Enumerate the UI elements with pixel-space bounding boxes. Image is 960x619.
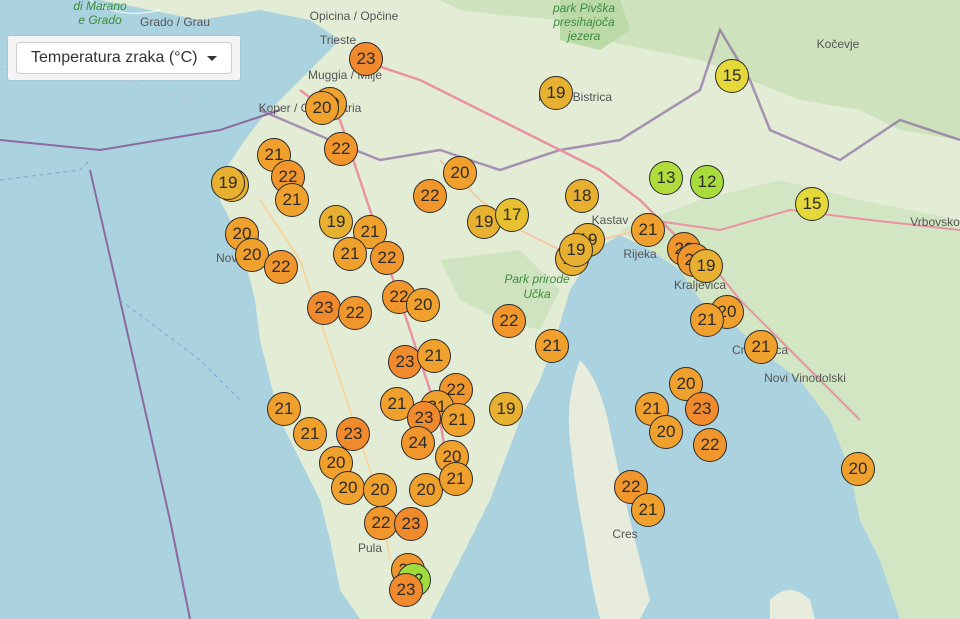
station-marker[interactable]: 20 [331,471,365,505]
place-label: Grado / Grau [139,15,211,29]
place-label: Pula [357,541,383,555]
variable-dropdown[interactable]: Temperatura zraka (°C) [16,42,233,74]
station-marker[interactable]: 19 [489,392,523,426]
place-label: presihajoča [553,15,615,29]
place-label: jezera [567,29,601,43]
station-marker[interactable]: 24 [401,426,435,460]
station-marker[interactable]: 21 [631,213,665,247]
station-marker[interactable]: 22 [324,132,358,166]
station-marker[interactable]: 12 [690,165,724,199]
station-marker[interactable]: 21 [441,403,475,437]
station-marker[interactable]: 22 [413,179,447,213]
place-label: Učka [523,287,551,301]
station-marker[interactable]: 18 [565,179,599,213]
layer-control: Temperatura zraka (°C) [8,36,241,80]
place-label: Novi Vinodolski [764,371,846,385]
station-marker[interactable]: 20 [443,156,477,190]
station-marker[interactable]: 15 [795,187,829,221]
station-marker[interactable]: 20 [841,452,875,486]
place-label: e Grado [78,13,122,27]
station-marker[interactable]: 21 [267,392,301,426]
place-label: Opicina / Opčine [309,9,399,23]
station-marker[interactable]: 19 [539,76,573,110]
station-marker[interactable]: 22 [338,296,372,330]
station-marker[interactable]: 19 [559,233,593,267]
station-marker[interactable]: 21 [439,462,473,496]
place-label: Cres [612,527,638,541]
station-marker[interactable]: 23 [389,573,423,607]
place-label: park Pivška [552,1,616,15]
station-marker[interactable]: 23 [307,291,341,325]
station-marker[interactable]: 21 [631,493,665,527]
station-marker[interactable]: 23 [685,392,719,426]
place-label: Vrbovsko [910,215,960,229]
station-marker[interactable]: 21 [690,303,724,337]
station-marker[interactable]: 21 [333,237,367,271]
station-marker[interactable]: 23 [394,507,428,541]
station-marker[interactable]: 15 [715,59,749,93]
station-marker[interactable]: 22 [364,506,398,540]
station-marker[interactable]: 21 [293,417,327,451]
station-marker[interactable]: 19 [211,166,245,200]
station-marker[interactable]: 21 [275,183,309,217]
station-marker[interactable]: 13 [649,161,683,195]
station-marker[interactable]: 19 [319,205,353,239]
station-marker[interactable]: 20 [649,415,683,449]
station-marker[interactable]: 20 [409,473,443,507]
place-label: Kočevje [816,37,860,51]
place-label: di Marano [73,0,127,13]
station-marker[interactable]: 17 [495,198,529,232]
map-base[interactable] [0,0,960,619]
station-marker[interactable]: 20 [305,91,339,125]
place-label: Park prirode [504,272,570,286]
station-marker[interactable]: 21 [535,329,569,363]
station-marker[interactable]: 23 [349,42,383,76]
station-marker[interactable]: 22 [370,241,404,275]
place-label: Rijeka [623,247,657,261]
station-marker[interactable]: 19 [689,249,723,283]
caret-down-icon [207,55,218,61]
station-marker[interactable]: 22 [693,428,727,462]
station-marker[interactable]: 21 [744,330,778,364]
station-marker[interactable]: 20 [406,288,440,322]
station-marker[interactable]: 21 [417,339,451,373]
variable-dropdown-label: Temperatura zraka (°C) [31,49,198,66]
place-label: Trieste [319,33,357,47]
station-marker[interactable]: 22 [264,250,298,284]
station-marker[interactable]: 20 [363,473,397,507]
station-marker[interactable]: 22 [492,304,526,338]
